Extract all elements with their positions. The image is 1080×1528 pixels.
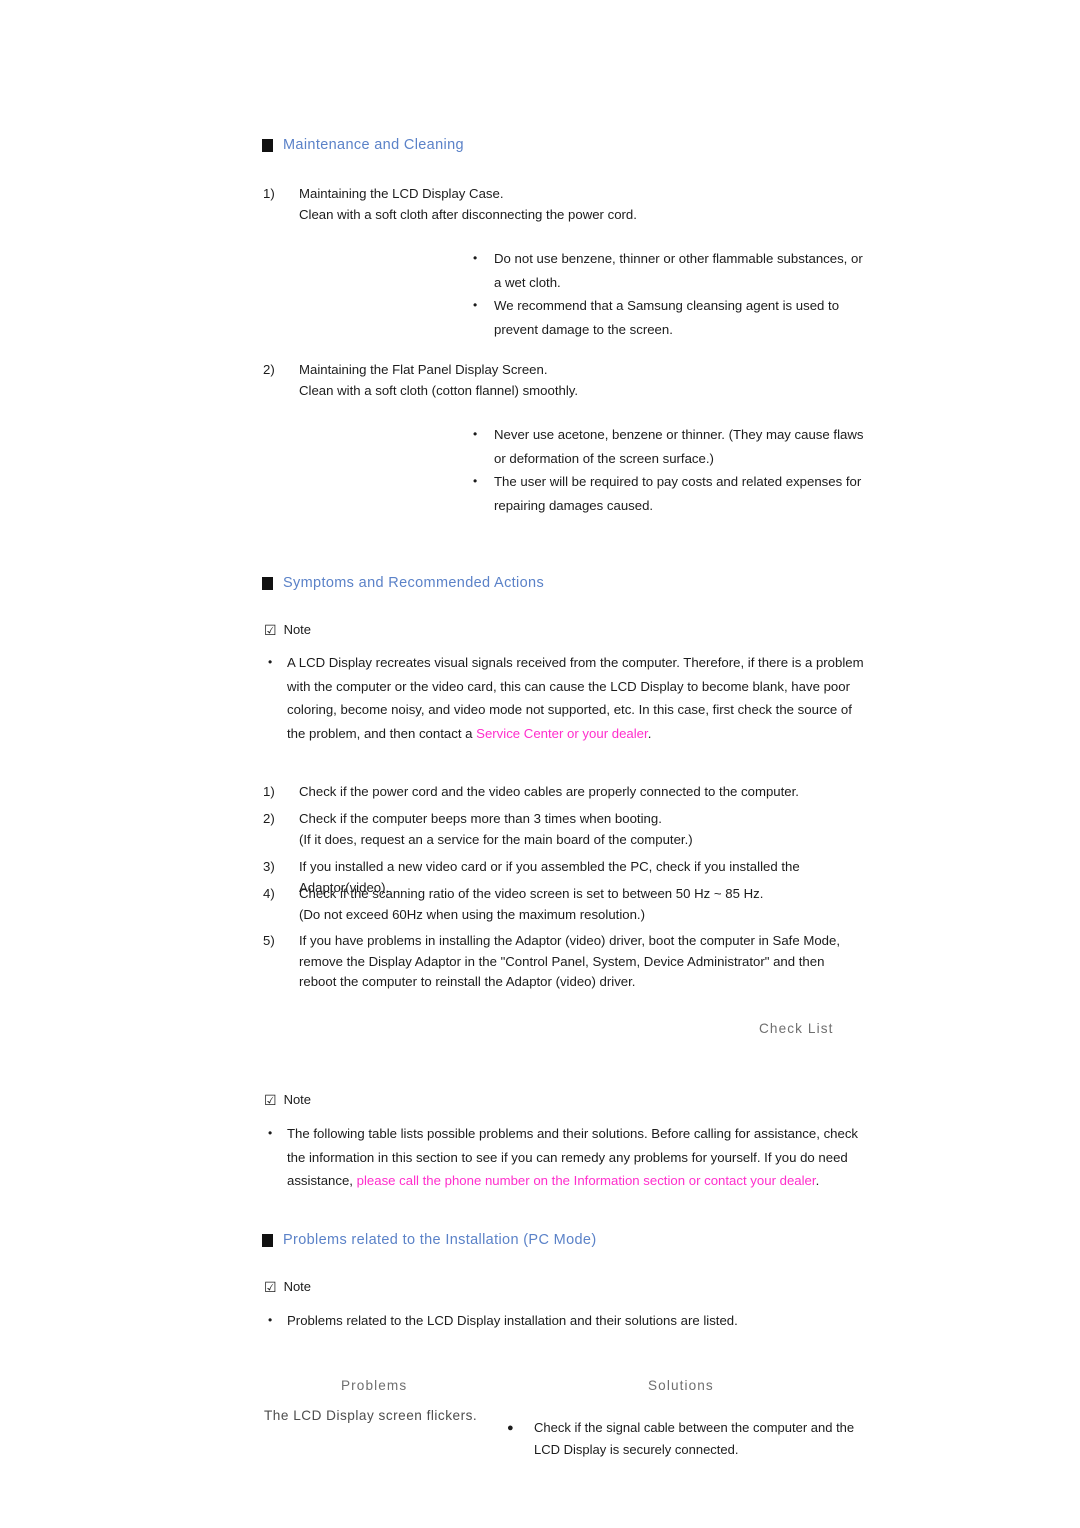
service-center-link[interactable]: Service Center or your dealer <box>476 726 648 741</box>
note-label: Note <box>283 1279 312 1294</box>
bullet-text: Do not use benzene, thinner or other fla… <box>494 251 863 290</box>
bullet-dot-icon: • <box>268 1126 273 1140</box>
numbered-item-2: 2) Maintaining the Flat Panel Display Sc… <box>263 360 863 401</box>
bullet-dot-icon: • <box>473 427 478 441</box>
note-paragraph-text: Problems related to the LCD Display inst… <box>287 1313 738 1328</box>
item-number: 1) <box>263 784 275 799</box>
bullet-dot-icon: • <box>473 474 478 488</box>
bullet-text: The user will be required to pay costs a… <box>494 474 862 513</box>
note-paragraph-period: . <box>815 1173 820 1188</box>
item-line-2: Clean with a soft cloth after disconnect… <box>299 206 637 222</box>
note-paragraph-symptoms: • A LCD Display recreates visual signals… <box>268 651 868 745</box>
bullet-item-no-benzene: • Do not use benzene, thinner or other f… <box>473 247 868 294</box>
checkbox-checked-icon: ☑ <box>264 1278 277 1295</box>
table-row-solution-cell: ● Check if the signal cable between the … <box>507 1417 867 1461</box>
bullet-dot-icon: • <box>268 655 273 669</box>
square-bullet-icon <box>262 576 273 590</box>
note-paragraph-body: A LCD Display recreates visual signals r… <box>287 651 868 745</box>
table-header-problems: Problems <box>341 1378 408 1393</box>
item-number: 2) <box>263 811 275 826</box>
check-item-1: 1) Check if the power cord and the video… <box>263 782 883 803</box>
item-number: 5) <box>263 933 275 948</box>
note-paragraph-installation: • Problems related to the LCD Display in… <box>268 1309 868 1333</box>
bullet-text: We recommend that a Samsung cleansing ag… <box>494 298 840 337</box>
numbered-item-1: 1) Maintaining the LCD Display Case. Cle… <box>263 184 863 225</box>
document-page: Maintenance and Cleaning 1) Maintaining … <box>0 0 1080 1528</box>
bullet-dot-icon: • <box>473 298 478 312</box>
square-bullet-icon <box>262 1233 273 1247</box>
item-line-1: Check if the computer beeps more than 3 … <box>299 811 662 826</box>
note-block-check-list: ☑ Note <box>264 1092 311 1107</box>
item-line-2: Clean with a soft cloth (cotton flannel)… <box>299 382 579 398</box>
bullet-dot-icon: • <box>473 251 478 265</box>
item-line-2: (If it does, request an a service for th… <box>299 831 693 847</box>
note-label: Note <box>283 1092 312 1107</box>
bullet-item-user-costs: • The user will be required to pay costs… <box>473 470 868 517</box>
bullet-item-no-acetone: • Never use acetone, benzene or thinner.… <box>473 423 868 470</box>
item-number: 1) <box>263 186 275 201</box>
bullet-dot-icon: • <box>268 1313 273 1327</box>
note-block-symptoms: ☑ Note <box>264 622 311 637</box>
note-paragraph-check-list: • The following table lists possible pro… <box>268 1122 865 1193</box>
note-paragraph-body: The following table lists possible probl… <box>287 1122 865 1193</box>
item-line-2: (Do not exceed 60Hz when using the maxim… <box>299 906 645 922</box>
table-row-problem-cell: The LCD Display screen flickers. <box>264 1408 478 1423</box>
item-number: 2) <box>263 362 275 377</box>
section-heading-label: Problems related to the Installation (PC… <box>283 1232 597 1248</box>
item-line-1: If you have problems in installing the A… <box>299 933 840 989</box>
check-item-4: 4) Check if the scanning ratio of the vi… <box>263 884 883 925</box>
item-number: 4) <box>263 886 275 901</box>
section-heading-installation: Problems related to the Installation (PC… <box>262 1232 597 1248</box>
call-dealer-link[interactable]: please call the phone number on the Info… <box>357 1173 816 1188</box>
note-block-installation: ☑ Note <box>264 1279 311 1294</box>
square-bullet-icon <box>262 138 273 152</box>
section-heading-symptoms: Symptoms and Recommended Actions <box>262 575 544 591</box>
bullet-text: Never use acetone, benzene or thinner. (… <box>494 427 864 466</box>
checkbox-checked-icon: ☑ <box>264 621 277 638</box>
check-list-label: Check List <box>759 1021 834 1036</box>
note-paragraph-period: . <box>647 725 652 741</box>
table-header-solutions: Solutions <box>648 1378 714 1393</box>
item-line-1: Check if the scanning ratio of the video… <box>299 886 764 901</box>
item-line-1: Maintaining the Flat Panel Display Scree… <box>299 362 548 377</box>
note-label: Note <box>283 622 312 637</box>
section-heading-label: Symptoms and Recommended Actions <box>283 575 545 591</box>
checkbox-checked-icon: ☑ <box>264 1091 277 1108</box>
bullet-item-cleansing-agent: • We recommend that a Samsung cleansing … <box>473 294 868 341</box>
section-heading-maintenance: Maintenance and Cleaning <box>262 137 464 153</box>
item-number: 3) <box>263 859 275 874</box>
solution-text: Check if the signal cable between the co… <box>534 1420 855 1457</box>
check-item-2: 2) Check if the computer beeps more than… <box>263 809 883 850</box>
bullet-dot-icon: ● <box>507 1422 514 1434</box>
check-item-5: 5) If you have problems in installing th… <box>263 931 863 993</box>
item-line-1: Check if the power cord and the video ca… <box>299 784 799 799</box>
section-heading-label: Maintenance and Cleaning <box>283 137 464 153</box>
item-line-1: Maintaining the LCD Display Case. <box>299 186 504 201</box>
